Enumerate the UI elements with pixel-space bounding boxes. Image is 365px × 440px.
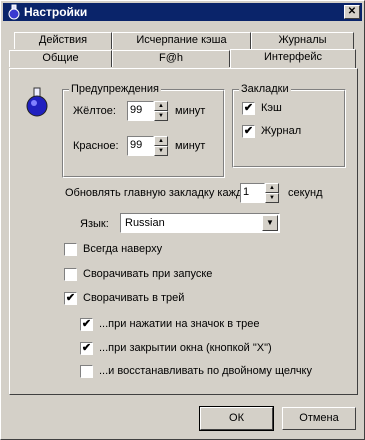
spin-down-icon[interactable]: ▼ [265, 193, 279, 203]
yellow-unit: минут [175, 105, 206, 117]
restore-dblclick-label: ...и восстанавливать по двойному щелчку [99, 365, 312, 377]
tab-journals[interactable]: Журналы [251, 32, 354, 49]
chevron-down-icon[interactable]: ▼ [262, 215, 278, 231]
tab-fah[interactable]: F@h [112, 50, 230, 67]
title-bar: Настройки ✕ [3, 3, 362, 21]
language-select[interactable]: Russian ▼ [120, 213, 280, 233]
settings-window: Настройки ✕ Действия Исчерпание кэша Жур… [0, 0, 365, 440]
refresh-spinner[interactable]: 1 ▲ ▼ [240, 183, 279, 203]
tab-actions[interactable]: Действия [14, 32, 112, 49]
refresh-label: Обновлять главную закладку кажд [65, 187, 243, 199]
yellow-spinner[interactable]: 99 ▲ ▼ [127, 101, 168, 121]
tray-click-checkbox[interactable]: ✔ [80, 318, 93, 331]
spin-down-icon[interactable]: ▼ [154, 111, 168, 121]
warnings-group-title: Предупреждения [69, 83, 161, 95]
tray-click-label: ...при нажатии на значок в трее [99, 318, 260, 330]
warnings-group: Предупреждения Жёлтое: 99 ▲ ▼ минут Крас… [62, 83, 225, 178]
close-to-tray-checkbox[interactable]: ✔ [80, 342, 93, 355]
red-label: Красное: [73, 140, 119, 152]
language-value: Russian [125, 217, 165, 229]
spin-down-icon[interactable]: ▼ [154, 146, 168, 156]
red-unit: минут [175, 140, 206, 152]
refresh-input[interactable]: 1 [240, 183, 265, 203]
flask-icon [8, 4, 20, 20]
tab-interface[interactable]: Интерфейс [230, 49, 356, 68]
journal-checkbox[interactable]: ✔ [242, 125, 255, 138]
yellow-input[interactable]: 99 [127, 101, 154, 121]
close-to-tray-label: ...при закрытии окна (кнопкой "X") [99, 342, 272, 354]
cancel-button[interactable]: Отмена [282, 407, 356, 430]
window-title: Настройки [24, 5, 88, 19]
cache-checkbox[interactable]: ✔ [242, 102, 255, 115]
flask-icon [26, 87, 48, 117]
language-label: Язык: [80, 218, 109, 230]
spin-up-icon[interactable]: ▲ [154, 136, 168, 146]
restore-dblclick-checkbox[interactable] [80, 365, 93, 378]
tab-cache-exhaustion[interactable]: Исчерпание кэша [112, 32, 251, 49]
close-button[interactable]: ✕ [344, 5, 360, 19]
bookmarks-group: Закладки ✔ Кэш ✔ Журнал [232, 83, 346, 168]
always-on-top-checkbox[interactable] [64, 243, 77, 256]
cache-label: Кэш [261, 102, 282, 114]
journal-label: Журнал [261, 125, 302, 137]
always-on-top-label: Всегда наверху [83, 243, 163, 255]
minimize-on-start-label: Сворачивать при запуске [83, 268, 213, 280]
red-input[interactable]: 99 [127, 136, 154, 156]
red-spinner[interactable]: 99 ▲ ▼ [127, 136, 168, 156]
spin-up-icon[interactable]: ▲ [154, 101, 168, 111]
tab-general[interactable]: Общие [9, 50, 112, 67]
minimize-to-tray-label: Сворачивать в трей [83, 292, 185, 304]
spin-up-icon[interactable]: ▲ [265, 183, 279, 193]
bookmarks-group-title: Закладки [239, 83, 291, 95]
interface-panel: Предупреждения Жёлтое: 99 ▲ ▼ минут Крас… [9, 68, 358, 395]
refresh-unit: секунд [288, 187, 323, 199]
minimize-to-tray-checkbox[interactable]: ✔ [64, 292, 77, 305]
minimize-on-start-checkbox[interactable] [64, 268, 77, 281]
ok-button[interactable]: ОК [199, 406, 274, 431]
yellow-label: Жёлтое: [73, 105, 116, 117]
